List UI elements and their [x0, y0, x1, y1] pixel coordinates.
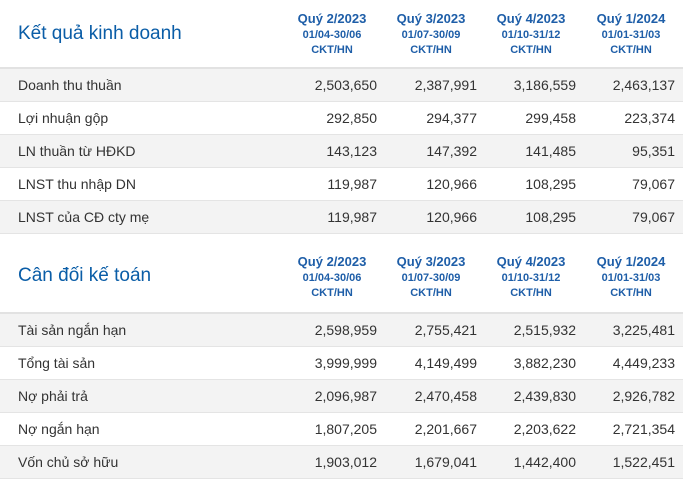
table-row: Tổng tài sản 3,999,999 4,149,499 3,882,2… [0, 347, 683, 380]
row-value: 141,485 [525, 143, 576, 159]
row-value: 108,295 [525, 176, 576, 192]
row-value: 2,470,458 [414, 388, 477, 404]
table-row: LN thuần từ HĐKD 143,123 147,392 141,485… [0, 135, 683, 168]
quarter-title: Quý 4/2023 [496, 254, 566, 269]
row-value: 2,096,987 [314, 388, 377, 404]
row-value: 4,149,499 [414, 355, 477, 371]
row-value: 1,442,400 [513, 454, 576, 470]
row-value: 108,295 [525, 209, 576, 225]
quarter-header[interactable]: Quý 4/2023 01/10-31/12 CKT/HN [486, 9, 576, 58]
section-header: Cân đối kế toán Quý 2/2023 01/04-30/06 C… [0, 234, 683, 314]
quarter-status: CKT/HN [510, 287, 552, 299]
row-value: 2,201,667 [414, 421, 477, 437]
quarter-status: CKT/HN [311, 44, 353, 56]
quarter-title: Quý 1/2024 [596, 254, 666, 269]
row-value: 3,225,481 [612, 322, 675, 338]
table-row: LNST thu nhập DN 119,987 120,966 108,295… [0, 168, 683, 201]
row-label: Nợ phải trả [18, 388, 88, 404]
row-value: 2,926,782 [612, 388, 675, 404]
row-value: 119,987 [327, 176, 377, 192]
quarter-range: 01/10-31/12 [501, 29, 561, 41]
row-value: 2,503,650 [314, 77, 377, 93]
table-row: Nợ phải trả 2,096,987 2,470,458 2,439,83… [0, 380, 683, 413]
row-label: LN thuần từ HĐKD [18, 143, 136, 159]
quarter-header[interactable]: Quý 1/2024 01/01-31/03 CKT/HN [586, 9, 676, 58]
quarter-title: Quý 3/2023 [396, 11, 466, 26]
row-value: 2,203,622 [513, 421, 576, 437]
row-label: Doanh thu thuần [18, 77, 122, 93]
row-label: Tài sản ngắn hạn [18, 322, 127, 338]
row-value: 2,598,959 [314, 322, 377, 338]
quarter-header[interactable]: Quý 4/2023 01/10-31/12 CKT/HN [486, 252, 576, 301]
quarter-title: Quý 1/2024 [596, 11, 666, 26]
row-value: 2,387,991 [414, 77, 477, 93]
quarter-range: 01/07-30/09 [401, 272, 461, 284]
row-label: Nợ ngắn hạn [18, 421, 100, 437]
quarter-header[interactable]: Quý 1/2024 01/01-31/03 CKT/HN [586, 252, 676, 301]
row-value: 120,966 [426, 176, 477, 192]
row-value: 292,850 [326, 110, 377, 126]
quarter-header[interactable]: Quý 3/2023 01/07-30/09 CKT/HN [386, 9, 476, 58]
row-value: 119,987 [327, 209, 377, 225]
quarter-range: 01/04-30/06 [302, 272, 362, 284]
row-value: 3,186,559 [513, 77, 576, 93]
section-title[interactable]: Kết quả kinh doanh [18, 23, 182, 45]
quarter-header[interactable]: Quý 3/2023 01/07-30/09 CKT/HN [386, 252, 476, 301]
section-header: Kết quả kinh doanh Quý 2/2023 01/04-30/0… [0, 0, 683, 69]
quarter-range: 01/04-30/06 [302, 29, 362, 41]
row-value: 1,903,012 [314, 454, 377, 470]
quarter-title: Quý 4/2023 [496, 11, 566, 26]
row-value: 143,123 [326, 143, 377, 159]
row-value: 147,392 [426, 143, 477, 159]
row-value: 2,721,354 [612, 421, 675, 437]
row-label: LNST thu nhập DN [18, 176, 137, 192]
quarter-title: Quý 3/2023 [396, 254, 466, 269]
table-row: Doanh thu thuần 2,503,650 2,387,991 3,18… [0, 69, 683, 102]
row-value: 1,807,205 [314, 421, 377, 437]
row-value: 294,377 [426, 110, 477, 126]
quarter-status: CKT/HN [510, 44, 552, 56]
table-row: Tài sản ngắn hạn 2,598,959 2,755,421 2,5… [0, 314, 683, 347]
row-value: 1,522,451 [612, 454, 675, 470]
table-row: Vốn chủ sở hữu 1,903,012 1,679,041 1,442… [0, 446, 683, 479]
quarter-range: 01/07-30/09 [401, 29, 461, 41]
table-row: Nợ ngắn hạn 1,807,205 2,201,667 2,203,62… [0, 413, 683, 446]
row-value: 4,449,233 [612, 355, 675, 371]
row-value: 2,463,137 [612, 77, 675, 93]
quarter-status: CKT/HN [410, 287, 452, 299]
table-row: LNST của CĐ cty mẹ 119,987 120,966 108,2… [0, 201, 683, 234]
business-results-section: Kết quả kinh doanh Quý 2/2023 01/04-30/0… [0, 0, 683, 234]
row-value: 1,679,041 [414, 454, 477, 470]
row-label: Tổng tài sản [18, 355, 96, 371]
table-row: Lợi nhuận gộp 292,850 294,377 299,458 22… [0, 102, 683, 135]
row-label: Vốn chủ sở hữu [18, 454, 119, 470]
quarter-range: 01/01-31/03 [601, 272, 661, 284]
row-value: 2,439,830 [513, 388, 576, 404]
quarter-title: Quý 2/2023 [297, 11, 367, 26]
balance-sheet-section: Cân đối kế toán Quý 2/2023 01/04-30/06 C… [0, 234, 683, 479]
section-title[interactable]: Cân đối kế toán [18, 265, 151, 287]
quarter-title: Quý 2/2023 [297, 254, 367, 269]
row-value: 95,351 [632, 143, 675, 159]
quarter-status: CKT/HN [410, 44, 452, 56]
row-value: 3,882,230 [513, 355, 576, 371]
row-value: 2,755,421 [414, 322, 477, 338]
quarter-header[interactable]: Quý 2/2023 01/04-30/06 CKT/HN [287, 9, 377, 58]
quarter-status: CKT/HN [610, 287, 652, 299]
row-value: 79,067 [632, 176, 675, 192]
quarter-status: CKT/HN [610, 44, 652, 56]
row-value: 223,374 [624, 110, 675, 126]
row-value: 120,966 [426, 209, 477, 225]
quarter-range: 01/10-31/12 [501, 272, 561, 284]
quarter-status: CKT/HN [311, 287, 353, 299]
row-label: LNST của CĐ cty mẹ [18, 209, 150, 225]
row-label: Lợi nhuận gộp [18, 110, 109, 126]
row-value: 299,458 [525, 110, 576, 126]
quarter-header[interactable]: Quý 2/2023 01/04-30/06 CKT/HN [287, 252, 377, 301]
row-value: 79,067 [632, 209, 675, 225]
row-value: 2,515,932 [513, 322, 576, 338]
quarter-range: 01/01-31/03 [601, 29, 661, 41]
row-value: 3,999,999 [314, 355, 377, 371]
